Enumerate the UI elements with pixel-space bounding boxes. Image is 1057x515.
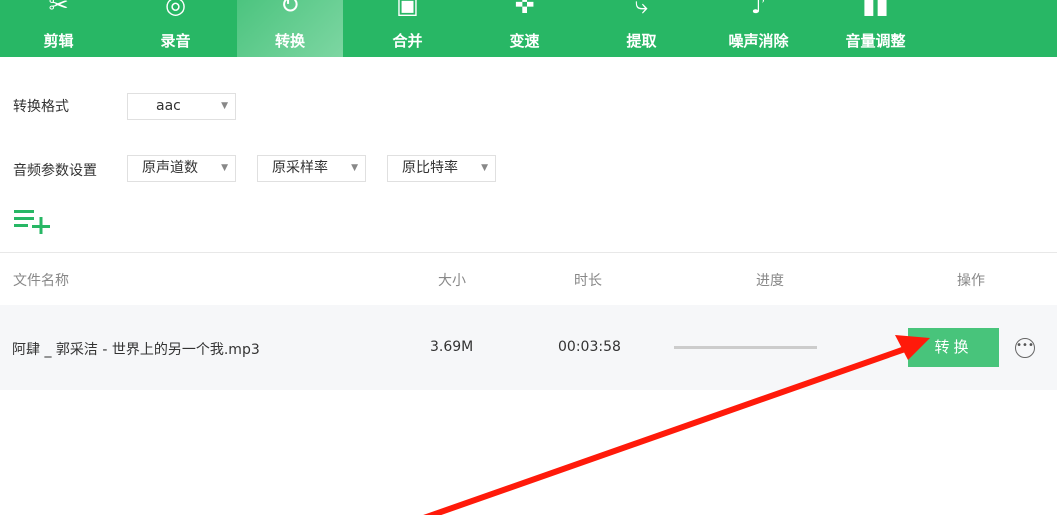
annotation-arrow	[423, 335, 930, 515]
